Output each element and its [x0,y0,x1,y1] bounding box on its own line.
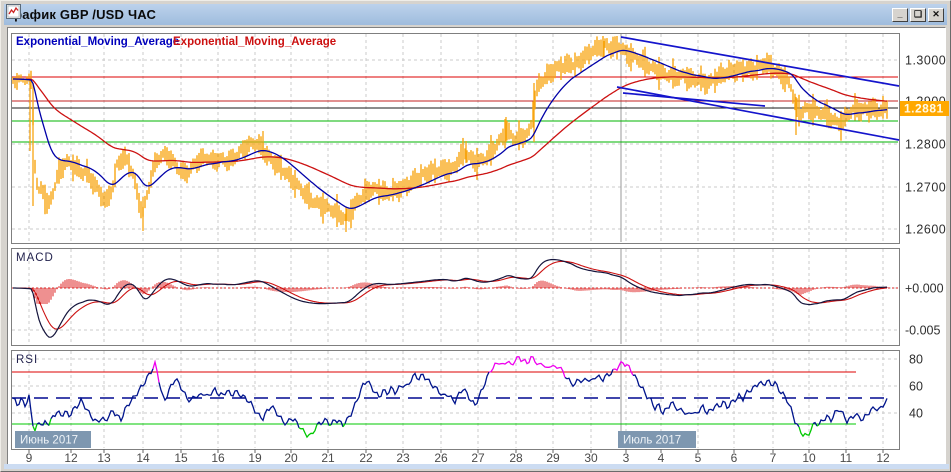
x-axis-tick-label: 19 [248,451,262,465]
x-axis-tick-label: 12 [876,451,890,465]
macd-axis-label: +0.000 [905,282,944,296]
month-badge-label: Июнь 2017 [20,435,78,447]
panel-frames [11,33,900,450]
price-axis-label: 1.2700 [905,181,946,195]
x-axis-tick-label: 7 [770,451,777,465]
x-axis-tick-label: 9 [26,451,33,465]
x-axis-tick-label: 26 [434,451,448,465]
price-axis-label: 1.3000 [905,54,946,68]
legend-ema-red: Exponential_Moving_Average [173,36,336,48]
chart-window: График GBP /USD ЧАС _ ❑ ✕ 1.30001.29001.… [0,0,951,472]
price-axis-label: 1.2800 [905,138,946,152]
x-axis-tick-label: 6 [731,451,738,465]
x-axis-tick-label: 14 [136,451,150,465]
x-axis-tick-label: 21 [321,451,335,465]
macd-axis-label: -0.005 [905,324,940,338]
x-axis-tick-label: 23 [396,451,410,465]
x-axis-tick-label: 15 [174,451,188,465]
x-axis-tick-label: 16 [211,451,225,465]
x-axis-tick-label: 28 [509,451,523,465]
x-axis-tick-label: 12 [64,451,78,465]
chart-canvas[interactable]: 1.30001.29001.28001.27001.2600+0.000-0.0… [1,1,951,472]
rsi-axis-label: 40 [909,407,923,421]
macd-panel-label: MACD [16,252,54,264]
price-axis-label: 1.2600 [905,223,946,237]
x-axis-tick-label: 5 [695,451,702,465]
current-price-badge: 1.2881 [900,101,949,116]
x-axis-tick-label: 29 [546,451,560,465]
x-axis-tick-label: 4 [658,451,665,465]
rsi-panel-label: RSI [16,354,38,366]
rsi-axis-label: 60 [909,380,923,394]
x-axis-tick-label: 13 [97,451,111,465]
macd-panel [11,248,900,346]
x-axis-tick-label: 11 [840,451,853,465]
x-axis-tick-label: 22 [359,451,373,465]
legend-ema-blue: Exponential_Moving_Average [16,36,179,48]
month-badge-label: Июль 2017 [623,435,681,447]
rsi-axis-label: 80 [909,353,923,367]
x-axis-tick-label: 10 [802,451,816,465]
x-axis-tick-label: 20 [284,451,298,465]
x-axis-tick-label: 3 [623,451,630,465]
x-axis-tick-label: 30 [584,451,598,465]
x-axis-tick-label: 27 [471,451,485,465]
price-badge-value: 1.2881 [904,102,944,116]
